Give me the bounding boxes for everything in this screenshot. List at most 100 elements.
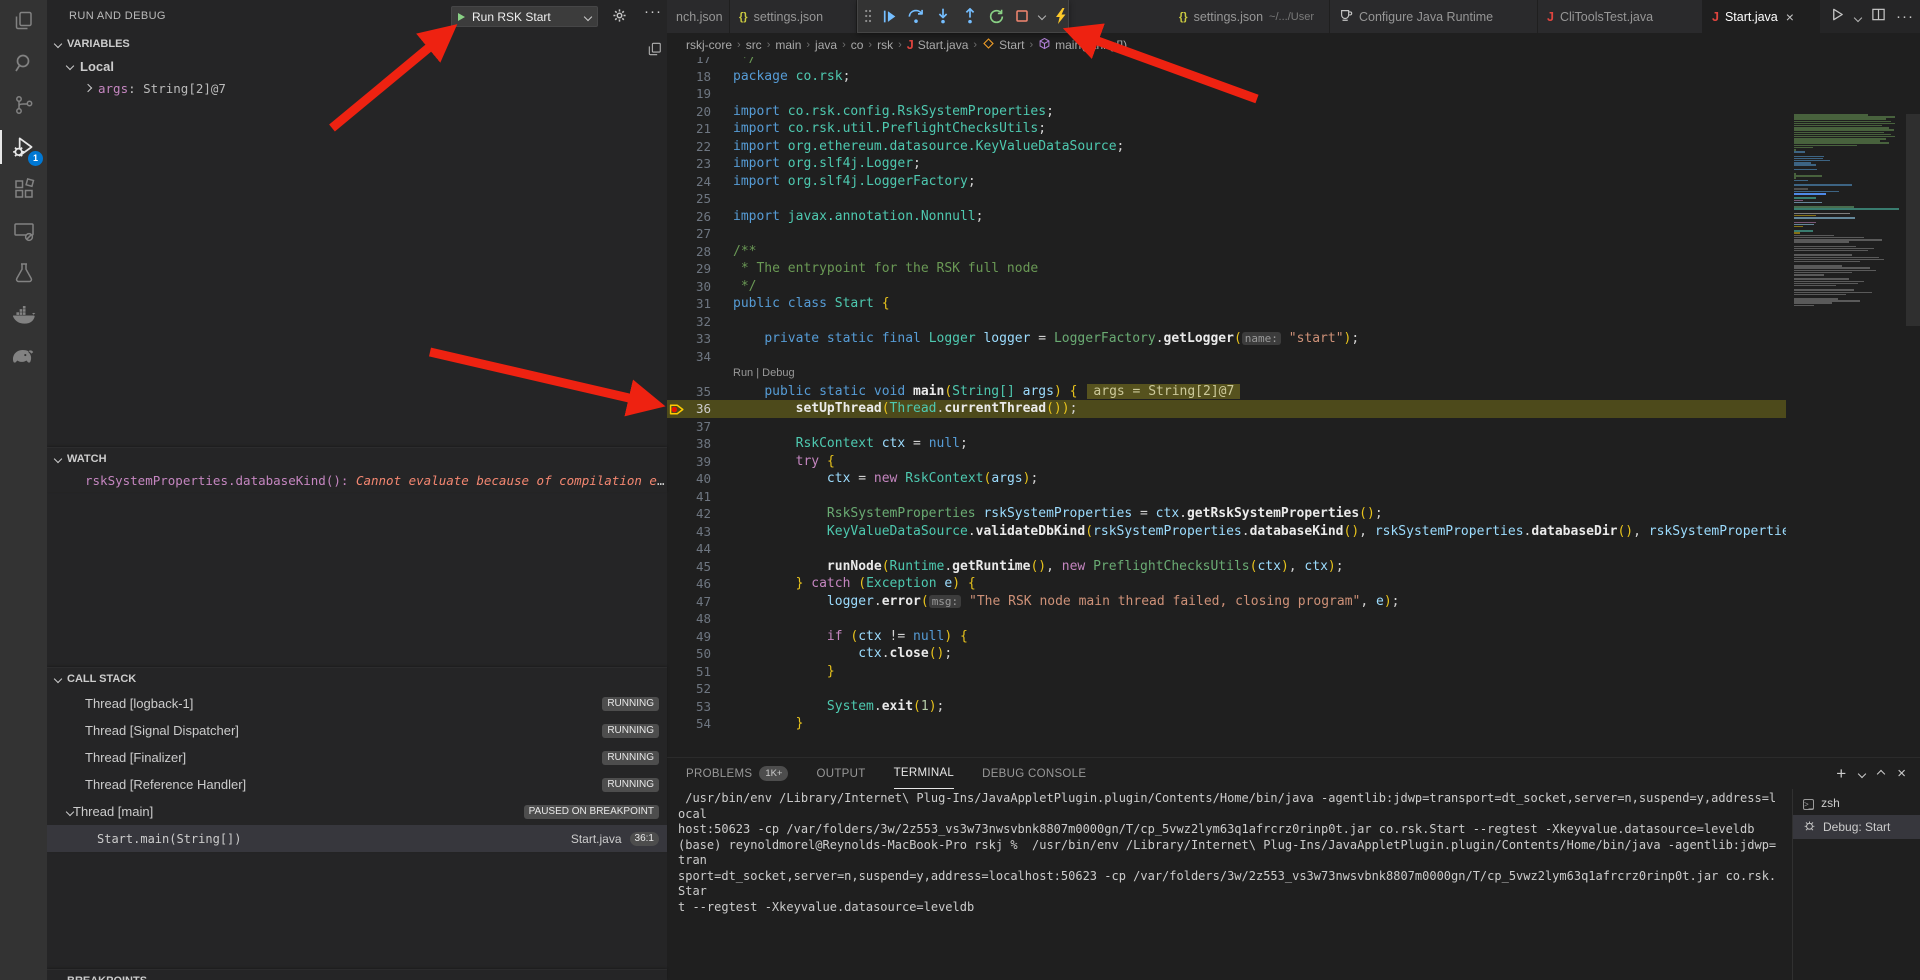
codelens-run-debug[interactable]: Run | Debug: [711, 365, 1786, 383]
drag-handle[interactable]: [864, 8, 872, 24]
gutter[interactable]: [667, 295, 689, 313]
gutter[interactable]: [667, 120, 689, 138]
gutter[interactable]: [667, 383, 689, 401]
activity-search-icon[interactable]: [0, 42, 47, 84]
split-editor-icon[interactable]: [1871, 7, 1886, 27]
line-number[interactable]: 52: [689, 680, 711, 698]
line-number[interactable]: 48: [689, 610, 711, 628]
gutter[interactable]: [667, 57, 689, 68]
tab-clitoolstest-java[interactable]: JCliToolsTest.java: [1538, 0, 1703, 33]
line-number[interactable]: 30: [689, 278, 711, 296]
call-stack-header[interactable]: CALL STACK: [47, 668, 667, 690]
activity-gradle-icon[interactable]: [0, 336, 47, 378]
line-number[interactable]: 25: [689, 190, 711, 208]
line-number[interactable]: 21: [689, 120, 711, 138]
line-number[interactable]: 39: [689, 453, 711, 471]
line-number[interactable]: 23: [689, 155, 711, 173]
gutter[interactable]: [667, 330, 689, 348]
gutter[interactable]: [667, 313, 689, 331]
gutter[interactable]: [667, 155, 689, 173]
close-icon[interactable]: ×: [1786, 9, 1794, 25]
call-stack-thread[interactable]: Thread [main]PAUSED ON BREAKPOINT: [47, 798, 667, 825]
panel-tab-terminal[interactable]: TERMINAL: [894, 758, 955, 789]
panel-tab-problems[interactable]: PROBLEMS1K+: [686, 758, 788, 789]
hot-code-replace-icon[interactable]: [1054, 8, 1068, 24]
line-number[interactable]: 46: [689, 575, 711, 593]
line-number[interactable]: 42: [689, 505, 711, 523]
gutter[interactable]: [667, 365, 689, 383]
step-out-icon[interactable]: [961, 7, 979, 25]
call-stack-thread[interactable]: Thread [Reference Handler]RUNNING: [47, 771, 667, 798]
breadcrumb-file[interactable]: JStart.java: [907, 38, 969, 52]
gutter[interactable]: [667, 540, 689, 558]
line-number[interactable]: [689, 365, 711, 383]
breakpoint-current-line-icon[interactable]: [667, 400, 689, 418]
chevron-down-icon[interactable]: [1039, 13, 1045, 19]
line-number[interactable]: 49: [689, 628, 711, 646]
terminal-output[interactable]: /usr/bin/env /Library/Internet\ Plug-Ins…: [678, 791, 1780, 980]
variables-header[interactable]: VARIABLES: [47, 33, 667, 55]
gutter[interactable]: [667, 715, 689, 733]
more-actions-icon[interactable]: ···: [644, 3, 662, 20]
line-number[interactable]: 40: [689, 470, 711, 488]
gutter[interactable]: [667, 418, 689, 436]
gutter[interactable]: [667, 225, 689, 243]
chevron-down-icon[interactable]: [1855, 8, 1861, 26]
breadcrumb-item[interactable]: rskj-core: [686, 38, 732, 52]
breadcrumb-member[interactable]: main(String[]): [1038, 37, 1127, 53]
chevron-down-icon[interactable]: [1858, 769, 1866, 777]
gutter[interactable]: [667, 68, 689, 86]
tab-nch-json[interactable]: nch.json: [667, 0, 730, 33]
call-stack-thread[interactable]: Thread [logback-1]RUNNING: [47, 690, 667, 717]
tab-configure-java-runtime[interactable]: Configure Java Runtime: [1330, 0, 1538, 33]
line-number[interactable]: 27: [689, 225, 711, 243]
line-number[interactable]: 29: [689, 260, 711, 278]
gutter[interactable]: [667, 435, 689, 453]
stop-icon[interactable]: [1014, 8, 1030, 24]
activity-source-control-icon[interactable]: [0, 84, 47, 126]
gutter[interactable]: [667, 558, 689, 576]
activity-docker-icon[interactable]: [0, 294, 47, 336]
tab-start-java[interactable]: JStart.java×: [1703, 0, 1820, 33]
gutter[interactable]: [667, 85, 689, 103]
more-actions-icon[interactable]: ···: [1896, 8, 1914, 26]
variable-row[interactable]: args: String[2]@7: [47, 77, 667, 99]
breadcrumb-item[interactable]: src: [746, 38, 762, 52]
line-number[interactable]: 35: [689, 383, 711, 401]
continue-icon[interactable]: [881, 8, 898, 25]
line-number[interactable]: 32: [689, 313, 711, 331]
line-number[interactable]: 53: [689, 698, 711, 716]
panel-tab-output[interactable]: OUTPUT: [816, 758, 865, 789]
line-number[interactable]: 34: [689, 348, 711, 366]
line-number[interactable]: 22: [689, 138, 711, 156]
gutter[interactable]: [667, 698, 689, 716]
gutter[interactable]: [667, 190, 689, 208]
gear-icon[interactable]: [612, 8, 627, 28]
gutter[interactable]: [667, 243, 689, 261]
gutter[interactable]: [667, 470, 689, 488]
line-number[interactable]: 26: [689, 208, 711, 226]
gutter[interactable]: [667, 488, 689, 506]
restart-icon[interactable]: [988, 8, 1005, 25]
gutter[interactable]: [667, 173, 689, 191]
line-number[interactable]: 20: [689, 103, 711, 121]
line-number[interactable]: 19: [689, 85, 711, 103]
gutter[interactable]: [667, 260, 689, 278]
breadcrumb-symbol[interactable]: Start: [982, 37, 1024, 53]
run-icon[interactable]: [1830, 7, 1845, 27]
activity-run-debug-icon[interactable]: 1: [0, 126, 47, 168]
line-number[interactable]: 43: [689, 523, 711, 541]
gutter[interactable]: [667, 138, 689, 156]
activity-remote-explorer-icon[interactable]: [0, 210, 47, 252]
variables-scope-local[interactable]: Local: [47, 55, 667, 77]
breakpoints-header[interactable]: BREAKPOINTS: [47, 970, 667, 980]
line-number[interactable]: 54: [689, 715, 711, 733]
call-stack-thread[interactable]: Thread [Finalizer]RUNNING: [47, 744, 667, 771]
gutter[interactable]: [667, 575, 689, 593]
line-number[interactable]: 33: [689, 330, 711, 348]
call-stack-frame[interactable]: Start.main(String[])Start.java36:1: [47, 825, 667, 852]
gutter[interactable]: [667, 610, 689, 628]
gutter[interactable]: [667, 523, 689, 541]
line-number[interactable]: 17: [689, 57, 711, 68]
line-number[interactable]: 41: [689, 488, 711, 506]
